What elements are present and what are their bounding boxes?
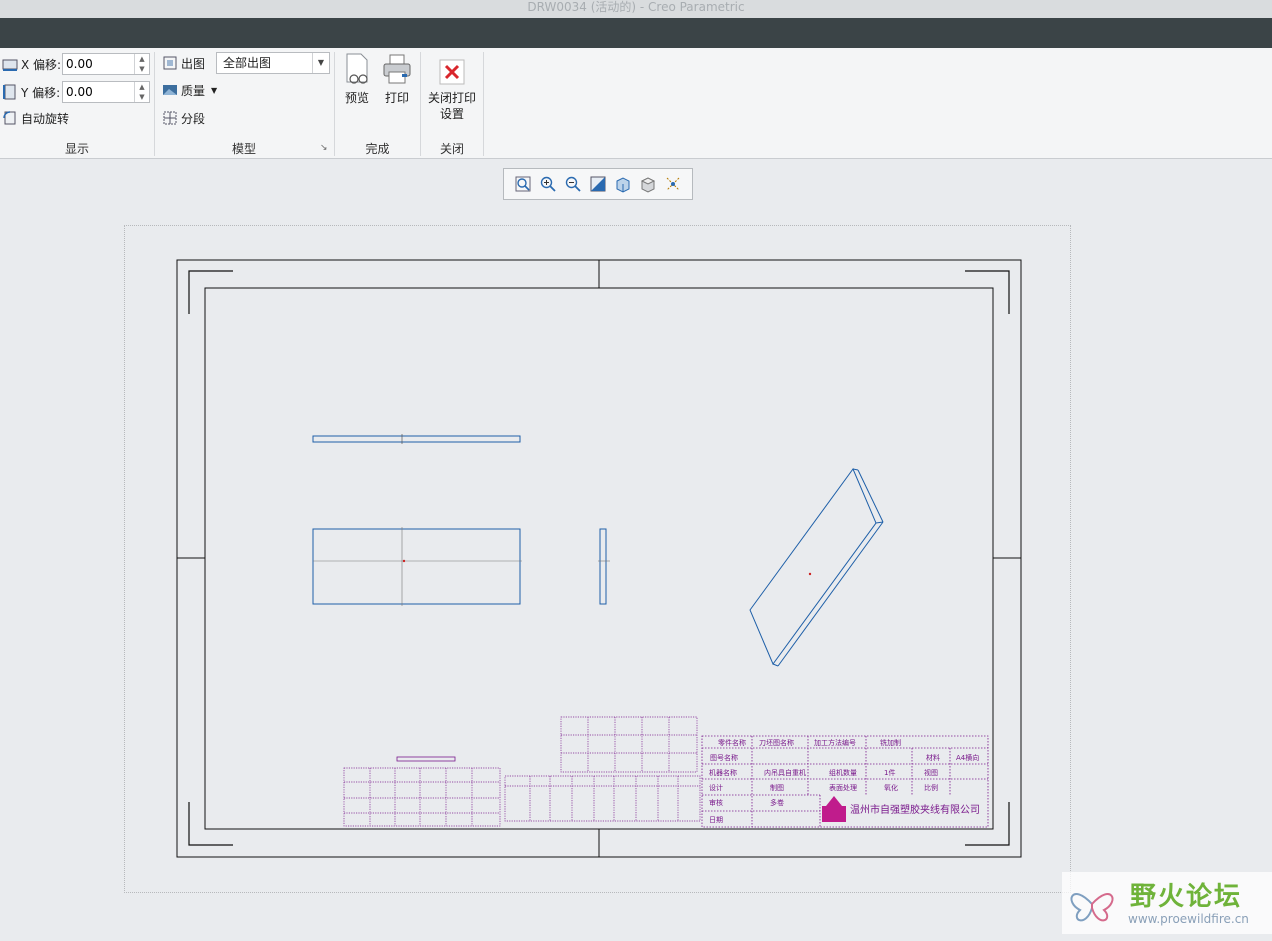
svg-text:材料: 材料 — [926, 753, 940, 762]
svg-text:机器名称: 机器名称 — [709, 768, 737, 777]
svg-text:零件名称: 零件名称 — [718, 738, 746, 747]
parameter-table-lower — [343, 767, 501, 827]
svg-text:A4横向: A4横向 — [956, 753, 979, 762]
top-view — [312, 434, 521, 444]
svg-text:1件: 1件 — [884, 768, 895, 777]
svg-text:铣加制: 铣加制 — [880, 738, 901, 747]
side-view — [598, 528, 610, 605]
svg-text:审核: 审核 — [709, 798, 723, 807]
company-name: 温州市自强塑胶夹线有限公司 — [850, 803, 980, 816]
svg-text:多卷: 多卷 — [770, 798, 784, 807]
company-logo — [822, 796, 846, 822]
table-heading-bar — [396, 756, 456, 762]
svg-text:加工方法编号: 加工方法编号 — [814, 738, 856, 747]
sheet-outer-border — [176, 259, 1022, 858]
drawing-sheet: 零件名称 刀坯图名称 加工方法编号 铣加制 图号名称 材料 A4横向 机器名称 … — [176, 259, 1022, 858]
front-view — [312, 527, 522, 606]
svg-text:组机数量: 组机数量 — [829, 768, 857, 777]
parameter-table-middle — [504, 775, 701, 822]
center-marks — [177, 260, 1021, 857]
svg-text:内吊具自重机: 内吊具自重机 — [764, 768, 806, 777]
svg-text:制图: 制图 — [770, 783, 784, 792]
sheet-inner-border — [204, 287, 994, 830]
forum-watermark: 野火论坛 www.proewildfire.cn — [1062, 872, 1272, 934]
corner-marks — [188, 270, 1010, 846]
watermark-title: 野火论坛 — [1130, 882, 1243, 912]
isometric-view — [749, 467, 884, 667]
svg-text:刀坯图名称: 刀坯图名称 — [759, 738, 794, 747]
svg-text:表面处理: 表面处理 — [829, 783, 857, 792]
svg-text:日期: 日期 — [709, 816, 723, 824]
butterfly-logo-icon — [1070, 893, 1114, 922]
svg-text:视图: 视图 — [924, 768, 938, 777]
watermark-url: www.proewildfire.cn — [1128, 912, 1249, 926]
svg-text:设计: 设计 — [709, 783, 723, 792]
svg-text:比例: 比例 — [924, 783, 938, 792]
svg-text:图号名称: 图号名称 — [710, 753, 738, 762]
svg-text:氧化: 氧化 — [884, 783, 898, 792]
parameter-table-upper — [560, 716, 698, 773]
